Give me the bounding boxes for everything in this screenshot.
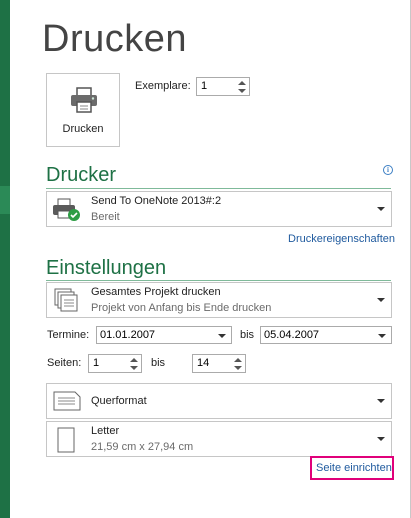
chevron-down-icon [377,207,385,211]
chevron-down-icon[interactable] [378,334,386,338]
printer-divider [46,188,391,189]
copies-value: 1 [201,80,208,92]
pages-from-spinner[interactable]: 1 [88,354,142,373]
nav-selected-marker [0,186,10,214]
settings-divider [46,280,391,281]
page-title: Drucken [42,18,187,60]
chevron-down-icon[interactable] [218,334,226,338]
copies-spinner[interactable]: 1 [196,77,250,96]
pages-label: Seiten: [47,357,82,369]
paper-size-dropdown[interactable]: Letter 21,59 cm x 27,94 cm [46,421,392,457]
date-to-value: 05.04.2007 [264,329,320,341]
orientation-dropdown[interactable]: Querformat [46,383,392,419]
pages-to-spinner[interactable]: 14 [192,354,246,373]
date-from-value: 01.01.2007 [100,329,156,341]
print-button[interactable]: Drucken [46,73,120,147]
date-from-picker[interactable]: 01.01.2007 [96,326,232,344]
orientation-value: Querformat [91,395,147,407]
print-button-label: Drucken [62,123,104,135]
printer-name: Send To OneNote 2013#:2 [91,195,222,207]
dates-to-label: bis [240,329,255,341]
printer-ready-icon [53,198,80,221]
pages-from-value: 1 [93,357,100,369]
print-scope-title: Gesamtes Projekt drucken [91,286,221,298]
print-scope-subtitle: Projekt von Anfang bis Ende drucken [91,302,272,314]
settings-heading: Einstellungen [46,257,167,279]
date-to-picker[interactable]: 05.04.2007 [260,326,392,344]
pages-to-value: 14 [197,357,210,369]
printer-dropdown[interactable]: Send To OneNote 2013#:2 Bereit [46,191,392,227]
chevron-down-icon [377,437,385,441]
spinner-arrows[interactable] [237,79,247,95]
printer-properties-link[interactable]: Druckereigenschaften [288,233,395,245]
backstage-nav-rail [0,0,10,518]
printer-heading: Drucker [46,164,117,186]
printer-icon [71,87,97,113]
info-icon[interactable]: i [383,165,393,175]
spinner-arrows[interactable] [129,356,139,372]
print-scope-dropdown[interactable]: Gesamtes Projekt drucken Projekt von Anf… [46,282,392,318]
copies-label: Exemplare: [135,80,191,92]
pages-to-label: bis [151,357,166,369]
page-setup-link[interactable]: Seite einrichten [316,462,392,474]
pages-stack-icon [54,288,78,312]
landscape-page-icon [53,391,81,411]
spinner-arrows[interactable] [233,356,243,372]
chevron-down-icon [377,298,385,302]
dates-label: Termine: [47,329,90,341]
printer-status: Bereit [91,211,120,223]
paper-icon [57,427,75,453]
paper-size-dimensions: 21,59 cm x 27,94 cm [91,441,194,453]
paper-size-name: Letter [91,425,120,437]
chevron-down-icon [377,399,385,403]
